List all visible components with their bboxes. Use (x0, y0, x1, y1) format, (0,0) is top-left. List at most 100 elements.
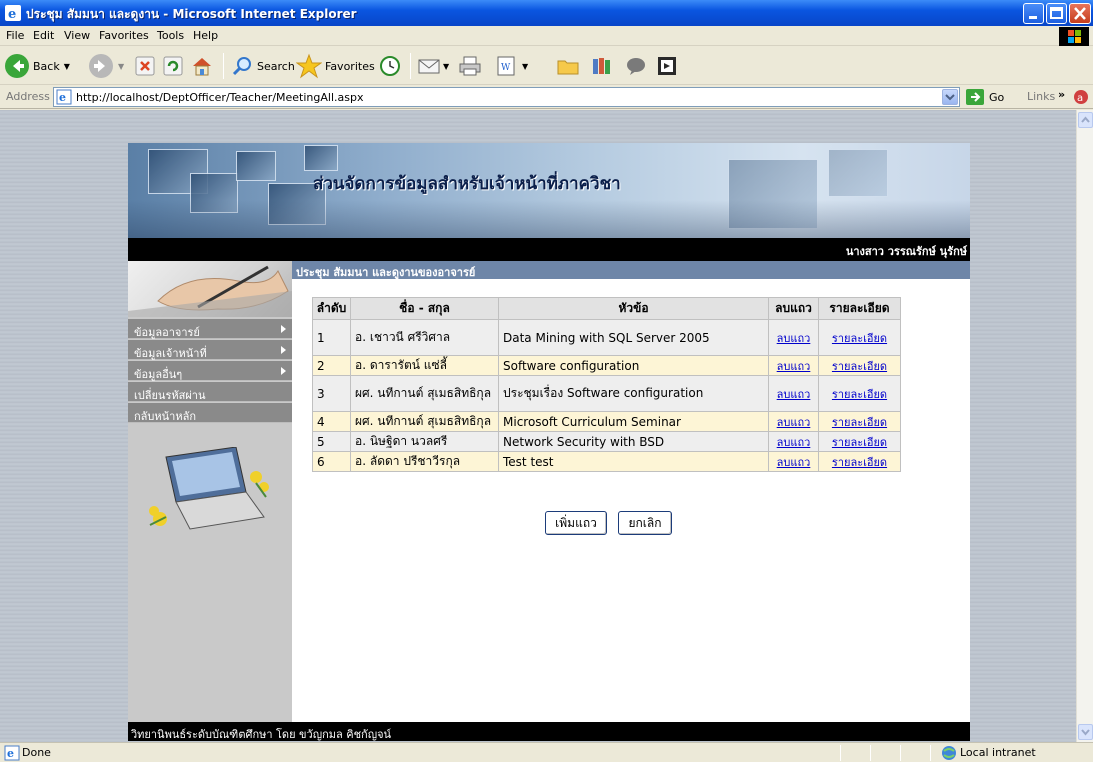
delete-row-link[interactable]: ลบแถว (777, 416, 811, 429)
delete-row-link[interactable]: ลบแถว (777, 388, 811, 401)
printer-icon (459, 56, 481, 76)
scroll-up-button[interactable] (1078, 112, 1093, 128)
sidebar-item-label: ข้อมูลเจ้าหน้าที่ (134, 347, 207, 360)
banner-title: ส่วนจัดการข้อมูลสำหรับเจ้าหน้าที่ภาควิชา (313, 174, 621, 194)
cell-topic: Microsoft Curriculum Seminar (498, 411, 769, 432)
table-row: 6 อ. ลัดดา ปรีชาวีรกุล Test test ลบแถว ร… (312, 451, 901, 472)
page-footer: วิทยานิพนธ์ระดับบัณฑิตศึกษา โดย ขวัญกมล … (128, 722, 970, 741)
page-banner: ส่วนจัดการข้อมูลสำหรับเจ้าหน้าที่ภาควิชา (128, 143, 970, 238)
back-arrow-icon (5, 54, 29, 78)
messenger-icon (627, 58, 645, 75)
column-header: ลบแถว (768, 297, 819, 320)
links-chevron-icon[interactable]: » (1058, 88, 1065, 101)
sidebar-item-teacher-info[interactable]: ข้อมูลอาจารย์ (128, 319, 292, 339)
address-dropdown-button[interactable] (942, 89, 958, 105)
scroll-down-button[interactable] (1078, 724, 1093, 740)
svg-text:e: e (59, 91, 66, 104)
intranet-zone-icon (942, 746, 956, 760)
stop-button[interactable] (134, 51, 156, 81)
delete-row-link[interactable]: ลบแถว (777, 360, 811, 373)
forward-button[interactable]: ▼ (88, 51, 124, 81)
sidebar-item-change-password[interactable]: เปลี่ยนรหัสผ่าน (128, 382, 292, 402)
detail-link[interactable]: รายละเอียด (832, 416, 887, 429)
chevron-right-icon (281, 346, 286, 354)
menu-favorites[interactable]: Favorites (99, 29, 149, 42)
delete-row-link[interactable]: ลบแถว (777, 436, 811, 449)
user-bar: นางสาว วรรณรักษ์ นุรักษ์ (128, 238, 970, 261)
page-done-icon: e (4, 745, 20, 761)
research-button[interactable] (590, 51, 614, 81)
internet-explorer-icon: e (5, 5, 21, 21)
back-button[interactable]: Back ▼ (4, 51, 70, 81)
detail-link[interactable]: รายละเอียด (832, 456, 887, 469)
svg-text:W: W (501, 63, 511, 73)
toolbar: Back ▼ ▼ Search Favorites ▼ W ▼ (0, 47, 1093, 85)
go-label: Go (989, 90, 1005, 104)
minimize-button[interactable] (1023, 3, 1044, 24)
menu-edit[interactable]: Edit (33, 29, 54, 42)
window-title-bar[interactable]: e ประชุม สัมมนา และดูงาน - Microsoft Int… (0, 0, 1093, 26)
search-button[interactable]: Search (230, 51, 295, 81)
menu-file[interactable]: File (6, 29, 24, 42)
go-button[interactable]: Go (965, 88, 1004, 106)
delete-row-link[interactable]: ลบแถว (777, 456, 811, 469)
edit-button[interactable]: W ▼ (494, 51, 528, 81)
detail-link[interactable]: รายละเอียด (832, 360, 887, 373)
page-icon: e (56, 89, 72, 105)
svg-text:e: e (8, 7, 16, 21)
vertical-scrollbar[interactable] (1076, 110, 1093, 742)
svg-text:e: e (7, 747, 14, 760)
chevron-right-icon (281, 325, 286, 333)
mail-dropdown-icon[interactable]: ▼ (443, 62, 449, 71)
address-bar: Address e http://localhost/DeptOfficer/T… (0, 85, 1093, 109)
menu-view[interactable]: View (64, 29, 90, 42)
sidebar-item-home[interactable]: กลับหน้าหลัก (128, 403, 292, 423)
delete-row-link[interactable]: ลบแถว (777, 332, 811, 345)
messenger-button[interactable] (624, 51, 648, 81)
menu-help[interactable]: Help (193, 29, 218, 42)
add-row-button[interactable]: เพิ่มแถว (545, 511, 607, 535)
chevron-right-icon (281, 367, 286, 375)
go-arrow-icon (966, 89, 984, 105)
favorites-button[interactable]: Favorites (296, 51, 375, 81)
detail-link[interactable]: รายละเอียด (832, 388, 887, 401)
edit-dropdown-icon[interactable]: ▼ (522, 62, 528, 71)
cell-no: 1 (312, 319, 351, 356)
close-icon (1074, 7, 1086, 20)
home-button[interactable] (190, 51, 214, 81)
cell-no: 6 (312, 451, 351, 472)
cell-name: อ. ลัดดา ปรีชาวีรกุล (350, 451, 499, 472)
search-icon (232, 57, 251, 76)
cell-topic: Data Mining with SQL Server 2005 (498, 319, 769, 356)
sidebar-item-other-info[interactable]: ข้อมูลอื่นๆ (128, 361, 292, 381)
extra-toolbar-button[interactable] (656, 51, 678, 81)
detail-link[interactable]: รายละเอียด (832, 332, 887, 345)
back-dropdown-icon[interactable]: ▼ (64, 62, 70, 71)
detail-link[interactable]: รายละเอียด (832, 436, 887, 449)
cancel-button[interactable]: ยกเลิก (618, 511, 672, 535)
address-input[interactable]: e http://localhost/DeptOfficer/Teacher/M… (53, 87, 960, 107)
print-button[interactable] (458, 51, 482, 81)
cell-topic: ประชุมเรื่อง Software configuration (498, 375, 769, 412)
windows-logo-icon (1059, 27, 1089, 46)
discuss-button[interactable] (556, 51, 580, 81)
close-button[interactable] (1069, 3, 1091, 24)
maximize-button[interactable] (1046, 3, 1067, 24)
sidebar-item-label: กลับหน้าหลัก (134, 410, 196, 423)
refresh-button[interactable] (162, 51, 184, 81)
cell-name: อ. ดารารัตน์ แซ่ลี้ (350, 355, 499, 376)
sidebar-item-label: ข้อมูลอาจารย์ (134, 326, 200, 339)
browser-viewport: ส่วนจัดการข้อมูลสำหรับเจ้าหน้าที่ภาควิชา… (0, 110, 1076, 742)
favorites-label: Favorites (325, 59, 375, 73)
forward-dropdown-icon[interactable]: ▼ (118, 62, 124, 71)
translate-icon[interactable]: a (1072, 88, 1090, 106)
menu-tools[interactable]: Tools (157, 29, 184, 42)
chevron-down-icon (1081, 729, 1090, 736)
mail-button[interactable]: ▼ (417, 51, 449, 81)
links-label[interactable]: Links (1027, 90, 1055, 103)
sidebar-item-staff-info[interactable]: ข้อมูลเจ้าหน้าที่ (128, 340, 292, 360)
column-header: ลำดับ (312, 297, 351, 320)
history-icon (380, 56, 400, 76)
window-title: ประชุม สัมมนา และดูงาน - Microsoft Inter… (26, 7, 357, 21)
history-button[interactable] (378, 51, 402, 81)
